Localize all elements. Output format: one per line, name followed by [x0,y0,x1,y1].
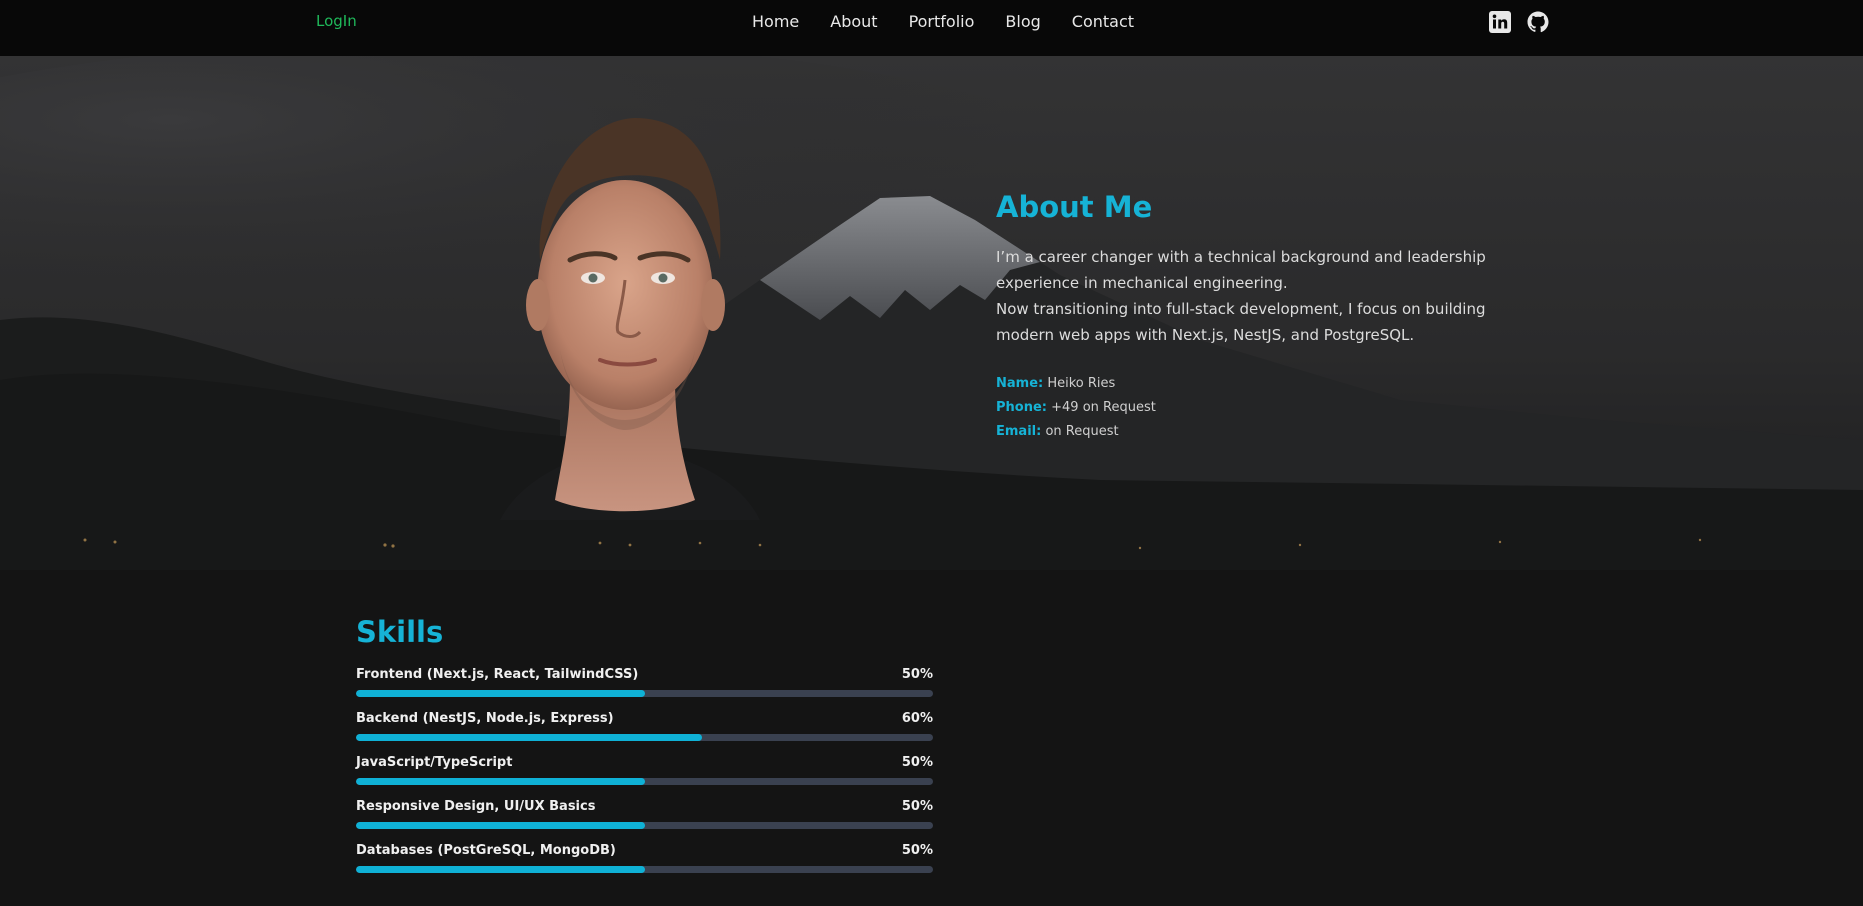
phone-value: +49 on Request [1051,400,1156,415]
github-icon[interactable] [1526,10,1550,34]
skill-progress-fill [356,866,645,873]
skill-item: Responsive Design, UI/UX Basics 50% [356,799,933,829]
page: LogIn Home About Portfolio Blog Contact [0,0,1863,906]
skill-item: Frontend (Next.js, React, TailwindCSS) 5… [356,667,933,697]
skill-progress-bar [356,822,933,829]
email-value: on Request [1045,424,1119,439]
skill-progress-bar [356,778,933,785]
skill-label: JavaScript/TypeScript [356,755,513,770]
nav-link-portfolio[interactable]: Portfolio [909,12,975,31]
nav-link-home[interactable]: Home [752,12,799,31]
skill-item: JavaScript/TypeScript 50% [356,755,933,785]
linkedin-icon[interactable] [1488,10,1512,34]
skill-item: Backend (NestJS, Node.js, Express) 60% [356,711,933,741]
about-paragraph-1: I’m a career changer with a technical ba… [996,248,1486,292]
about-paragraph-2: Now transitioning into full-stack develo… [996,300,1486,344]
social-links [1488,10,1550,34]
skill-label: Frontend (Next.js, React, TailwindCSS) [356,667,639,682]
contact-info: Name: Heiko Ries Phone: +49 on Request E… [996,372,1496,444]
info-email-row: Email: on Request [996,420,1496,444]
skill-progress-bar [356,734,933,741]
skill-progress-fill [356,734,703,741]
name-value: Heiko Ries [1047,376,1116,391]
phone-label: Phone: [996,400,1047,415]
info-phone-row: Phone: +49 on Request [996,396,1496,420]
skills-section: Skills Frontend (Next.js, React, Tailwin… [356,615,933,887]
skill-progress-fill [356,822,645,829]
skill-percent: 60% [901,711,933,726]
skill-progress-fill [356,690,645,697]
skills-title: Skills [356,615,444,649]
nav-link-contact[interactable]: Contact [1072,12,1134,31]
skill-label: Responsive Design, UI/UX Basics [356,799,596,814]
skill-label: Databases (PostGreSQL, MongoDB) [356,843,616,858]
skill-label: Backend (NestJS, Node.js, Express) [356,711,614,726]
skill-percent: 50% [901,755,933,770]
about-title: About Me [996,190,1153,224]
skill-progress-fill [356,778,645,785]
email-label: Email: [996,424,1042,439]
top-navbar: LogIn Home About Portfolio Blog Contact [0,0,1863,56]
nav-link-about[interactable]: About [830,12,877,31]
name-label: Name: [996,376,1044,391]
skill-item: Databases (PostGreSQL, MongoDB) 50% [356,843,933,873]
profile-portrait [460,110,800,520]
nav-links: Home About Portfolio Blog Contact [752,12,1165,31]
skill-percent: 50% [901,667,933,682]
about-section: About Me I’m a career changer with a tec… [996,190,1496,444]
skill-percent: 50% [901,799,933,814]
nav-link-blog[interactable]: Blog [1005,12,1040,31]
info-name-row: Name: Heiko Ries [996,372,1496,396]
login-link[interactable]: LogIn [316,12,357,30]
skill-progress-bar [356,690,933,697]
skill-percent: 50% [901,843,933,858]
skill-progress-bar [356,866,933,873]
